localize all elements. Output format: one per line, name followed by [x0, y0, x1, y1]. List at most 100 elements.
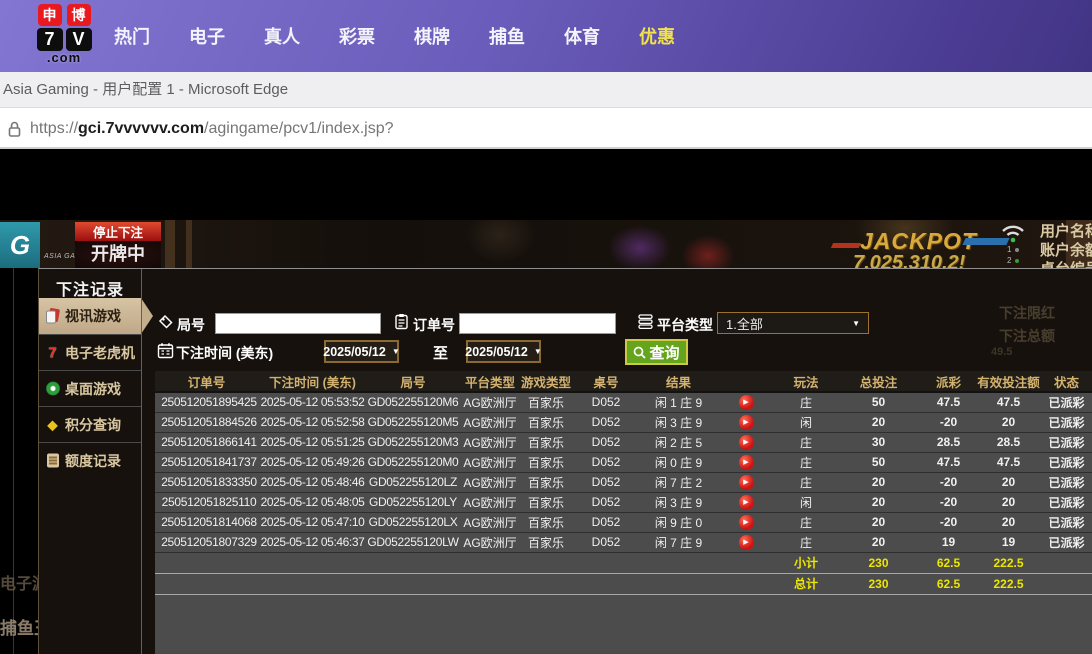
cell-payout: 47.5 — [921, 452, 976, 472]
cell-time: 2025-05-12 05:49:26 — [258, 452, 367, 472]
cell-table: D052 — [571, 432, 641, 452]
replay-button[interactable]: ▶ — [739, 435, 754, 450]
cell-time: 2025-05-12 05:53:52 — [258, 392, 367, 412]
clipboard-icon — [394, 313, 409, 330]
sidebar-item-table-games[interactable]: 桌面游戏 — [39, 370, 141, 406]
cell-empty — [571, 552, 641, 573]
round-input[interactable] — [215, 313, 381, 334]
cell-empty — [258, 552, 367, 573]
sidebar-item-credit-records[interactable]: 额度记录 — [39, 442, 141, 478]
query-button[interactable]: 查询 — [625, 339, 688, 365]
replay-button[interactable]: ▶ — [739, 415, 754, 430]
cell-payout: 47.5 — [921, 392, 976, 412]
platform-select[interactable]: 1.全部 ▼ — [717, 312, 869, 334]
cell-empty — [571, 573, 641, 594]
cell-valid: 47.5 — [976, 452, 1041, 472]
sidebar-item-label: 电子老虎机 — [65, 343, 135, 363]
cell-empty — [716, 573, 776, 594]
cell-result: 闲 7 庄 9 — [641, 532, 716, 552]
cell-play: ▶ — [716, 412, 776, 432]
date-from-select[interactable]: 2025/05/12 ▼ — [324, 340, 399, 363]
cell-status: 已派彩 — [1041, 452, 1092, 472]
replay-button[interactable]: ▶ — [739, 475, 754, 490]
menu-item-lottery[interactable]: 彩票 — [339, 23, 375, 49]
cell-payout: 28.5 — [921, 432, 976, 452]
cell-play: ▶ — [716, 472, 776, 492]
cell-table: D052 — [571, 412, 641, 432]
cell-platform: AG欧洲厅 — [459, 532, 521, 552]
account-label: 账户余额 — [1040, 241, 1092, 260]
menu-item-live[interactable]: 真人 — [264, 23, 300, 49]
cell-order: 250512051825110 — [155, 492, 258, 512]
stop-betting-banner: 停止下注 — [75, 222, 161, 241]
replay-button[interactable]: ▶ — [739, 515, 754, 530]
diamond-icon: ◆ — [44, 416, 61, 433]
cell-play: ▶ — [716, 432, 776, 452]
platform-label: 平台类型 — [657, 315, 713, 335]
sidebar-item-points-query[interactable]: ◆ 积分查询 — [39, 406, 141, 442]
cell-result: 闲 3 庄 9 — [641, 492, 716, 512]
summary-valid: 222.5 — [976, 552, 1041, 573]
menu-item-fishing[interactable]: 捕鱼 — [489, 23, 525, 49]
cell-game: 百家乐 — [521, 512, 571, 532]
underlay-menu-item: 电子游戏 — [0, 570, 38, 594]
stage-pillar — [165, 220, 175, 268]
sidebar-item-slots[interactable]: 7 电子老虎机 — [39, 334, 141, 370]
cell-empty — [521, 552, 571, 573]
replay-button[interactable]: ▶ — [739, 395, 754, 410]
cell-valid: 19 — [976, 532, 1041, 552]
column-header: 玩法 — [776, 371, 836, 392]
menu-item-chess[interactable]: 棋牌 — [414, 23, 450, 49]
cell-empty — [367, 552, 459, 573]
date-to-select[interactable]: 2025/05/12 ▼ — [466, 340, 541, 363]
underlay-label: 下注总额 — [999, 326, 1055, 346]
sidebar-item-live-games[interactable]: 视讯游戏 — [39, 298, 141, 334]
cell-round: GD052255120M6 — [367, 392, 459, 412]
round-label: 局号 — [177, 315, 205, 335]
address-bar[interactable]: https://gci.7vvvvvv.com/agingame/pcv1/in… — [0, 108, 1092, 149]
menu-item-slots[interactable]: 电子 — [189, 23, 225, 49]
bet-records-table: 订单号下注时间 (美东)局号平台类型游戏类型桌号结果玩法总投注派彩有效投注额状态… — [155, 371, 1092, 595]
calendar-icon — [157, 342, 174, 359]
cell-time: 2025-05-12 05:48:46 — [258, 472, 367, 492]
cell-game: 百家乐 — [521, 412, 571, 432]
cell-status: 已派彩 — [1041, 412, 1092, 432]
cell-play: ▶ — [716, 492, 776, 512]
cell-valid: 20 — [976, 492, 1041, 512]
cell-empty — [155, 552, 258, 573]
chevron-down-icon: ▼ — [534, 347, 542, 356]
cell-empty — [521, 573, 571, 594]
summary-label: 小计 — [776, 552, 836, 573]
subtotal-row: 小计23062.5222.5 — [155, 552, 1092, 573]
replay-button[interactable]: ▶ — [739, 495, 754, 510]
cell-empty — [459, 573, 521, 594]
tag-icon — [158, 314, 174, 330]
cell-time: 2025-05-12 05:51:25 — [258, 432, 367, 452]
menu-item-promo[interactable]: 优惠 — [639, 23, 675, 49]
column-header: 下注时间 (美东) — [258, 371, 367, 392]
url-text[interactable]: https://gci.7vvvvvv.com/agingame/pcv1/in… — [30, 108, 394, 149]
slot-seven-icon: 7 — [44, 344, 61, 361]
brand-logo[interactable]: 申 博 7 V .com — [20, 4, 108, 65]
cell-round: GD052255120M3 — [367, 432, 459, 452]
jackpot-label: JACKPOT — [860, 228, 977, 255]
summary-payout: 62.5 — [921, 552, 976, 573]
cell-result: 闲 0 庄 9 — [641, 452, 716, 472]
cell-order: 250512051895425 — [155, 392, 258, 412]
cell-game: 百家乐 — [521, 492, 571, 512]
cell-round: GD052255120LY — [367, 492, 459, 512]
replay-button[interactable]: ▶ — [739, 455, 754, 470]
lock-icon[interactable] — [8, 121, 21, 137]
order-input[interactable] — [459, 313, 616, 334]
cell-round: GD052255120M0 — [367, 452, 459, 472]
cell-empty — [641, 573, 716, 594]
menu-item-hot[interactable]: 热门 — [114, 23, 150, 49]
cell-payout: -20 — [921, 512, 976, 532]
cell-bet_type: 闲 — [776, 492, 836, 512]
menu-item-sports[interactable]: 体育 — [564, 23, 600, 49]
url-path: /agingame/pcv1/index.jsp? — [204, 120, 393, 137]
logo-7v: 7 V — [37, 28, 92, 51]
cell-valid: 47.5 — [976, 392, 1041, 412]
replay-button[interactable]: ▶ — [739, 535, 754, 550]
top-nav: 申 博 7 V .com 热门 电子 真人 彩票 棋牌 捕鱼 体育 优惠 — [0, 0, 1092, 72]
